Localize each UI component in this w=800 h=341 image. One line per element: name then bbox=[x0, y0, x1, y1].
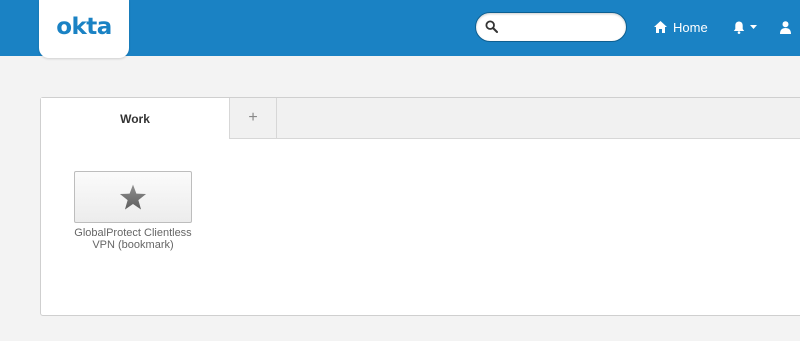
app-dashboard-panel: Work + GlobalProtect Clientless VPN (boo… bbox=[40, 97, 800, 316]
search-input[interactable] bbox=[502, 16, 621, 40]
star-icon bbox=[119, 184, 147, 210]
logo-text: okta bbox=[56, 14, 112, 40]
notifications-menu[interactable] bbox=[733, 18, 757, 36]
okta-logo[interactable]: okta bbox=[39, 0, 129, 58]
chevron-down-icon bbox=[750, 25, 757, 29]
user-menu[interactable] bbox=[780, 18, 791, 36]
user-icon bbox=[780, 20, 791, 34]
home-icon bbox=[654, 21, 667, 33]
top-navigation-bar: okta Home bbox=[0, 0, 800, 58]
app-tile-globalprotect[interactable] bbox=[74, 171, 192, 223]
search-icon bbox=[485, 20, 498, 33]
bell-icon bbox=[733, 21, 745, 34]
home-label: Home bbox=[673, 19, 708, 35]
app-label-globalprotect[interactable]: GlobalProtect Clientless VPN (bookmark) bbox=[66, 227, 200, 251]
tab-bar: Work + bbox=[41, 98, 800, 139]
add-tab-button[interactable]: + bbox=[230, 98, 277, 138]
tab-work[interactable]: Work bbox=[41, 98, 230, 139]
home-link[interactable]: Home bbox=[654, 18, 708, 36]
search-box[interactable] bbox=[475, 12, 627, 42]
